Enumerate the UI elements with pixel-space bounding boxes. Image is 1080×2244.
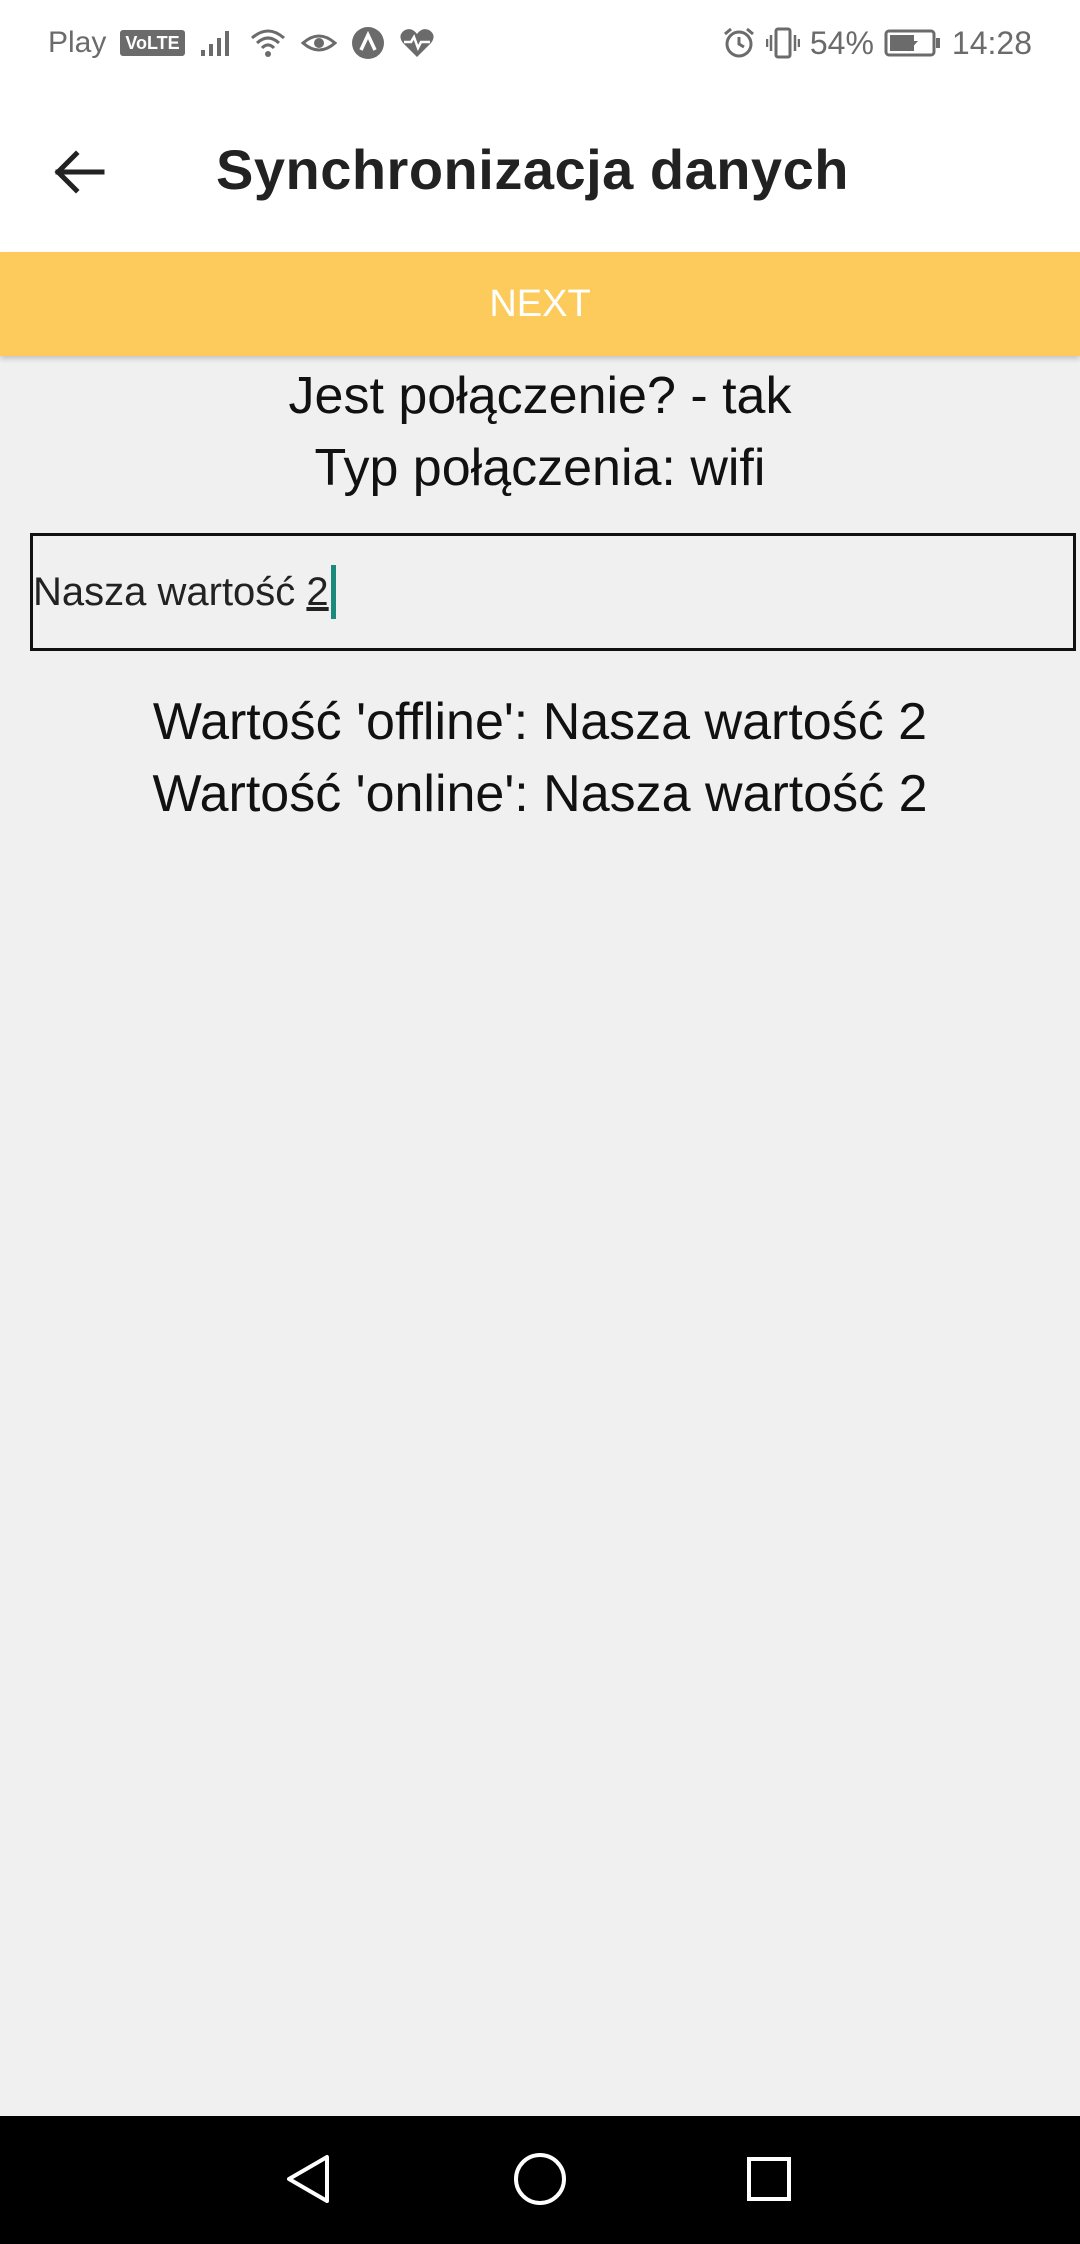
input-value-text: Nasza wartość (33, 569, 307, 614)
battery-charging-icon (884, 28, 942, 58)
nav-back-button[interactable] (274, 2146, 344, 2216)
eye-icon (300, 29, 337, 57)
health-heart-icon (399, 27, 435, 59)
wifi-icon (249, 27, 287, 59)
nav-recents-button[interactable] (734, 2146, 804, 2216)
connection-status-text: Jest połączenie? - tak (288, 367, 792, 425)
carrier-name: Play (48, 26, 107, 59)
volte-badge: VoLTE (120, 30, 185, 56)
next-button[interactable]: NEXT (0, 252, 1080, 356)
signal-icon (199, 28, 235, 58)
page-title: Synchronizacja danych (216, 137, 849, 201)
offline-value-text: Wartość 'offline': Nasza wartość 2 (152, 693, 928, 751)
app-notification-icon (351, 26, 385, 60)
clock: 14:28 (951, 24, 1032, 61)
status-bar: Play VoLTE 54% 14:28 (0, 0, 1080, 86)
app-bar: Synchronizacja danych (0, 86, 1080, 252)
text-cursor (330, 565, 336, 619)
input-value-last-char: 2 (306, 569, 329, 614)
battery-percentage: 54% (809, 24, 874, 61)
square-recents-icon (741, 2151, 797, 2212)
connection-type-text: Typ połączenia: wifi (314, 439, 766, 497)
status-bar-right: 54% 14:28 (722, 0, 1032, 86)
arrow-left-icon (54, 149, 106, 199)
navigation-bar (0, 2116, 1080, 2244)
circle-home-icon (510, 2149, 570, 2214)
back-button[interactable] (40, 134, 120, 214)
nav-home-button[interactable] (505, 2146, 575, 2216)
status-bar-left: Play VoLTE (48, 0, 435, 86)
vibrate-icon (765, 26, 800, 60)
value-input[interactable]: Nasza wartość 2 (30, 533, 1076, 651)
triangle-back-icon (281, 2151, 337, 2212)
online-value-text: Wartość 'online': Nasza wartość 2 (152, 765, 928, 823)
alarm-icon (722, 26, 756, 60)
